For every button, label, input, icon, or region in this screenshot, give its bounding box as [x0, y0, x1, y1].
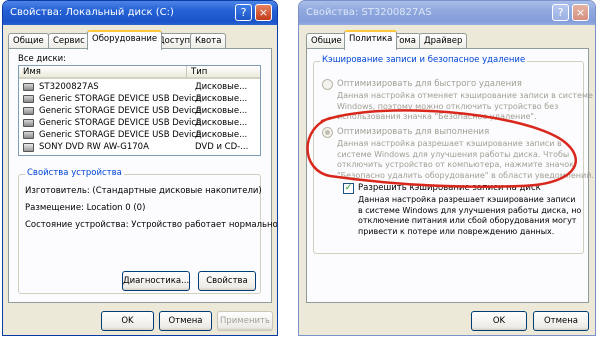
hard-disk-icon — [23, 95, 34, 103]
quick-removal-description: Данная настройка отменяет кэширование за… — [337, 91, 593, 121]
tab-driver[interactable]: Драйвер — [419, 33, 468, 49]
help-button[interactable]: ? — [552, 4, 569, 21]
write-cache-description: Данная настройка разрешает кэширование з… — [358, 195, 582, 236]
list-item[interactable]: Generic STORAGE DEVICE USB Device Дисков… — [21, 93, 257, 105]
column-header-name[interactable]: Имя — [19, 66, 187, 79]
device-properties-window: Свойства: ST3200827AS ? × Общие Политика… — [298, 0, 596, 336]
dvd-drive-icon — [23, 143, 34, 152]
tab-page: Кэширование записи и безопасное удаление… — [306, 48, 594, 303]
list-item[interactable]: ST3200827AS Дисковые... — [21, 81, 257, 93]
cancel-button[interactable]: Отмена — [533, 311, 589, 331]
group-label: Свойства устройства — [25, 168, 124, 178]
tab-general[interactable]: Общие — [306, 33, 347, 49]
all-disks-label: Все диски: — [18, 54, 67, 64]
list-item[interactable]: SONY DVD RW AW-G170A DVD и CD-... — [21, 141, 257, 153]
title-bar[interactable]: Свойства: Локальный диск (C:) ? × — [3, 1, 277, 25]
ok-button[interactable]: OK — [101, 311, 154, 331]
quick-removal-radio[interactable] — [322, 79, 333, 90]
hard-disk-icon — [23, 107, 34, 115]
list-item[interactable]: Generic STORAGE DEVICE USB Device Дисков… — [21, 117, 257, 129]
help-button[interactable]: ? — [235, 4, 252, 21]
disk-properties-window: Свойства: Локальный диск (C:) ? × Общие … — [2, 0, 278, 336]
hard-disk-icon — [23, 131, 34, 139]
ok-button[interactable]: OK — [471, 311, 527, 331]
properties-button[interactable]: Свойства — [198, 271, 256, 291]
window-title: Свойства: Локальный диск (C:) — [10, 7, 174, 18]
write-caching-group: Кэширование записи и безопасное удаление… — [313, 55, 594, 254]
window-title: Свойства: ST3200827AS — [306, 7, 432, 18]
close-button[interactable]: × — [572, 4, 589, 21]
performance-label: Оптимизировать для выполнения — [337, 127, 490, 137]
write-cache-checkbox[interactable]: ✓ — [343, 183, 354, 194]
list-item[interactable]: Generic STORAGE DEVICE USB Device Дисков… — [21, 129, 257, 141]
disk-list[interactable]: Имя Тип ST3200827AS Дисковые... Generic … — [18, 65, 261, 156]
tab-page: Все диски: Имя Тип ST3200827AS Дисковые.… — [8, 48, 277, 303]
close-button[interactable]: × — [255, 4, 272, 21]
apply-button[interactable]: Применить — [217, 311, 273, 331]
tab-service[interactable]: Сервис — [48, 33, 90, 49]
group-label: Кэширование записи и безопасное удаление — [320, 55, 528, 65]
status-text: Состояние устройства: Устройство работае… — [25, 220, 278, 230]
performance-radio[interactable] — [322, 127, 333, 138]
tab-policy[interactable]: Политика — [344, 30, 398, 50]
manufacturer-text: Изготовитель: (Стандартные дисковые нако… — [25, 186, 262, 196]
tab-quota[interactable]: Квота — [190, 33, 227, 49]
performance-description: Данная настройка разрешает кэширование з… — [337, 139, 594, 180]
title-bar[interactable]: Свойства: ST3200827AS ? × — [299, 1, 595, 25]
tab-general[interactable]: Общие — [8, 33, 49, 49]
cancel-button[interactable]: Отмена — [159, 311, 212, 331]
hard-disk-icon — [23, 119, 34, 127]
diagnostics-button[interactable]: Диагностика... — [122, 271, 190, 291]
quick-removal-label: Оптимизировать для быстрого удаления — [337, 79, 522, 89]
tab-hardware[interactable]: Оборудование — [87, 30, 163, 50]
column-header-type[interactable]: Тип — [187, 66, 260, 79]
hard-disk-icon — [23, 83, 34, 91]
write-cache-label: Разрешить кэширование записи на диск — [358, 183, 541, 193]
device-properties-group: Свойства устройства Изготовитель: (Станд… — [18, 168, 277, 294]
location-text: Размещение: Location 0 (0) — [25, 203, 146, 213]
list-item[interactable]: Generic STORAGE DEVICE USB Device Дисков… — [21, 105, 257, 117]
